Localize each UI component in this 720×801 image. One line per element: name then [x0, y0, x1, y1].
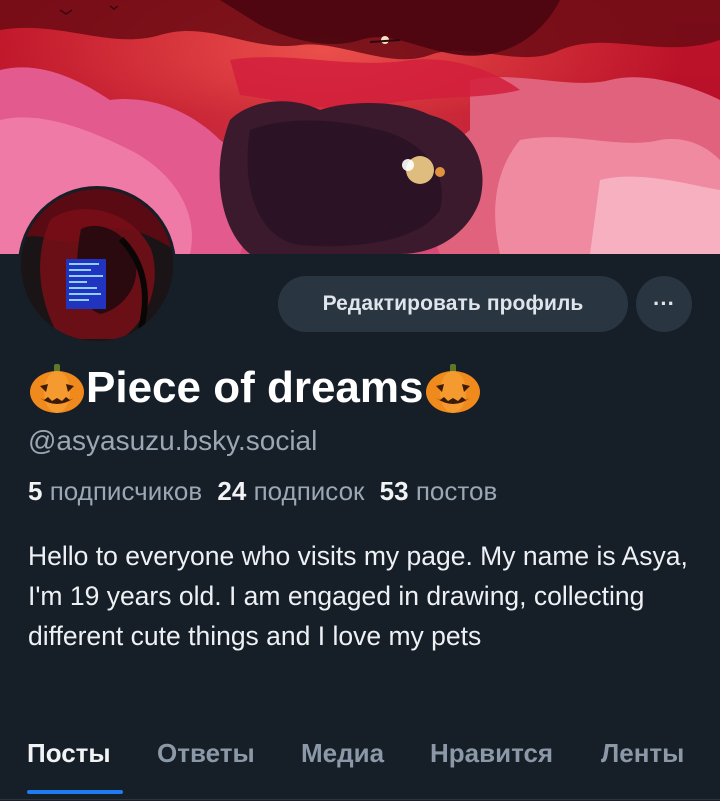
tab-likes[interactable]: Нравится	[430, 738, 553, 769]
profile-stats: 5 подписчиков 24 подписок 53 постов	[28, 476, 497, 507]
edit-profile-button[interactable]: Редактировать профиль	[278, 276, 628, 332]
tab-media[interactable]: Медиа	[301, 738, 384, 769]
followers-stat[interactable]: 5 подписчиков	[28, 476, 202, 506]
avatar[interactable]	[18, 186, 176, 344]
followers-count: 5	[28, 476, 43, 506]
posts-stat: 53 постов	[380, 476, 498, 506]
display-name-text: Piece of dreams	[86, 363, 424, 412]
avatar-image	[21, 189, 173, 341]
following-label: подписок	[253, 476, 365, 506]
more-horizontal-icon: ···	[653, 291, 675, 316]
tab-posts[interactable]: Посты	[27, 738, 111, 769]
tab-feeds[interactable]: Ленты	[601, 738, 684, 769]
pumpkin-icon	[30, 364, 84, 413]
profile-bio: Hello to everyone who visits my page. My…	[28, 541, 688, 651]
more-options-button[interactable]: ···	[636, 276, 692, 332]
posts-label: постов	[415, 476, 498, 506]
profile-tabs: Посты Ответы Медиа Нравится Ленты	[0, 728, 720, 800]
active-tab-indicator	[27, 790, 123, 794]
display-name: Piece of dreams	[28, 362, 482, 414]
following-count: 24	[217, 476, 247, 506]
following-stat[interactable]: 24 подписок	[217, 476, 364, 506]
posts-count: 53	[379, 476, 409, 506]
profile-handle: @asyasuzu.bsky.social	[28, 425, 318, 456]
followers-label: подписчиков	[49, 476, 203, 506]
pumpkin-icon	[425, 364, 480, 413]
tab-replies[interactable]: Ответы	[157, 738, 255, 769]
